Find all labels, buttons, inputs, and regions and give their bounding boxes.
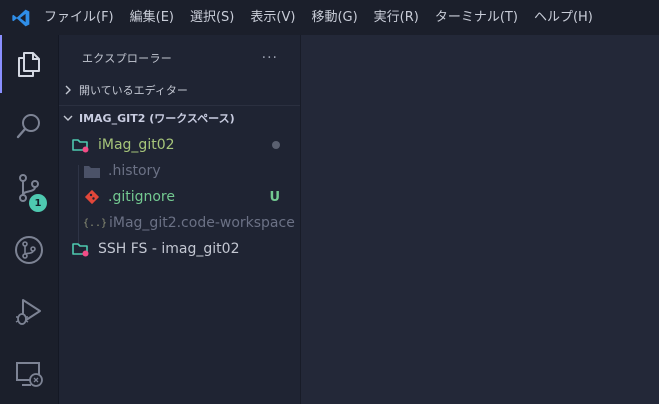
tree-item-label: .gitignore [108, 189, 175, 205]
workspace-section[interactable]: IMAG_GIT2 (ワークスペース) [59, 105, 300, 130]
chevron-right-icon [57, 85, 79, 95]
tree-item-imag-git02[interactable]: iMag_git02 [59, 132, 300, 158]
activity-bar: 1 [0, 35, 59, 404]
workspace-label: IMAG_GIT2 (ワークスペース) [79, 112, 235, 125]
menu-bar: ファイル(F) 編集(E) 選択(S) 表示(V) 移動(G) 実行(R) ター… [36, 0, 601, 35]
remote-explorer-activity[interactable] [0, 345, 58, 403]
vscode-logo-icon[interactable] [6, 0, 36, 35]
untracked-badge: U [269, 189, 280, 205]
title-bar: ファイル(F) 編集(E) 選択(S) 表示(V) 移動(G) 実行(R) ター… [0, 0, 659, 35]
scm-count-badge: 1 [29, 194, 47, 212]
open-editors-section[interactable]: 開いているエディター [59, 79, 300, 101]
explorer-header: エクスプローラー ··· [59, 35, 300, 81]
menu-file[interactable]: ファイル(F) [36, 0, 122, 35]
menu-edit[interactable]: 編集(E) [122, 0, 182, 35]
explorer-activity[interactable] [0, 35, 58, 93]
search-icon [16, 114, 40, 139]
git-graph-icon [15, 236, 43, 264]
menu-go[interactable]: 移動(G) [303, 0, 365, 35]
tree-item-ssh-fs[interactable]: SSH FS - imag_git02 [59, 236, 300, 262]
source-control-activity[interactable]: 1 [0, 159, 58, 217]
tree-item-label: iMag_git2.code-workspace [109, 215, 295, 231]
folder-icon [83, 164, 105, 179]
remote-explorer-icon [16, 362, 43, 387]
menu-help[interactable]: ヘルプ(H) [526, 0, 601, 35]
run-debug-icon [15, 299, 41, 325]
json-braces-icon: {..} [83, 217, 108, 229]
tree-item-history[interactable]: .history [59, 158, 300, 184]
tree-item-code-workspace[interactable]: {..} iMag_git2.code-workspace [59, 210, 300, 236]
menu-terminal[interactable]: ターミナル(T) [427, 0, 526, 35]
chevron-down-icon [57, 113, 79, 123]
tree-item-gitignore[interactable]: .gitignore U [59, 184, 300, 210]
tree-item-label: iMag_git02 [98, 137, 175, 153]
menu-view[interactable]: 表示(V) [242, 0, 303, 35]
explorer-icon [18, 52, 40, 77]
run-debug-activity[interactable] [0, 283, 58, 341]
modified-dot-icon [272, 141, 280, 149]
menu-run[interactable]: 実行(R) [366, 0, 427, 35]
explorer-sidebar: エクスプローラー ··· 開いているエディター IMAG_GIT2 (ワークスペ… [59, 35, 301, 404]
git-file-icon [84, 189, 106, 205]
explorer-title: エクスプローラー [82, 52, 173, 65]
tree-item-label: .history [108, 163, 161, 179]
more-actions-button[interactable]: ··· [262, 50, 278, 66]
open-editors-label: 開いているエディター [79, 84, 188, 97]
menu-selection[interactable]: 選択(S) [182, 0, 242, 35]
editor-area[interactable] [301, 35, 659, 404]
remote-folder-icon [72, 241, 94, 257]
remote-folder-icon [72, 137, 94, 153]
search-activity[interactable] [0, 97, 58, 155]
tree-item-label: SSH FS - imag_git02 [98, 241, 240, 257]
git-graph-activity[interactable] [0, 221, 58, 279]
